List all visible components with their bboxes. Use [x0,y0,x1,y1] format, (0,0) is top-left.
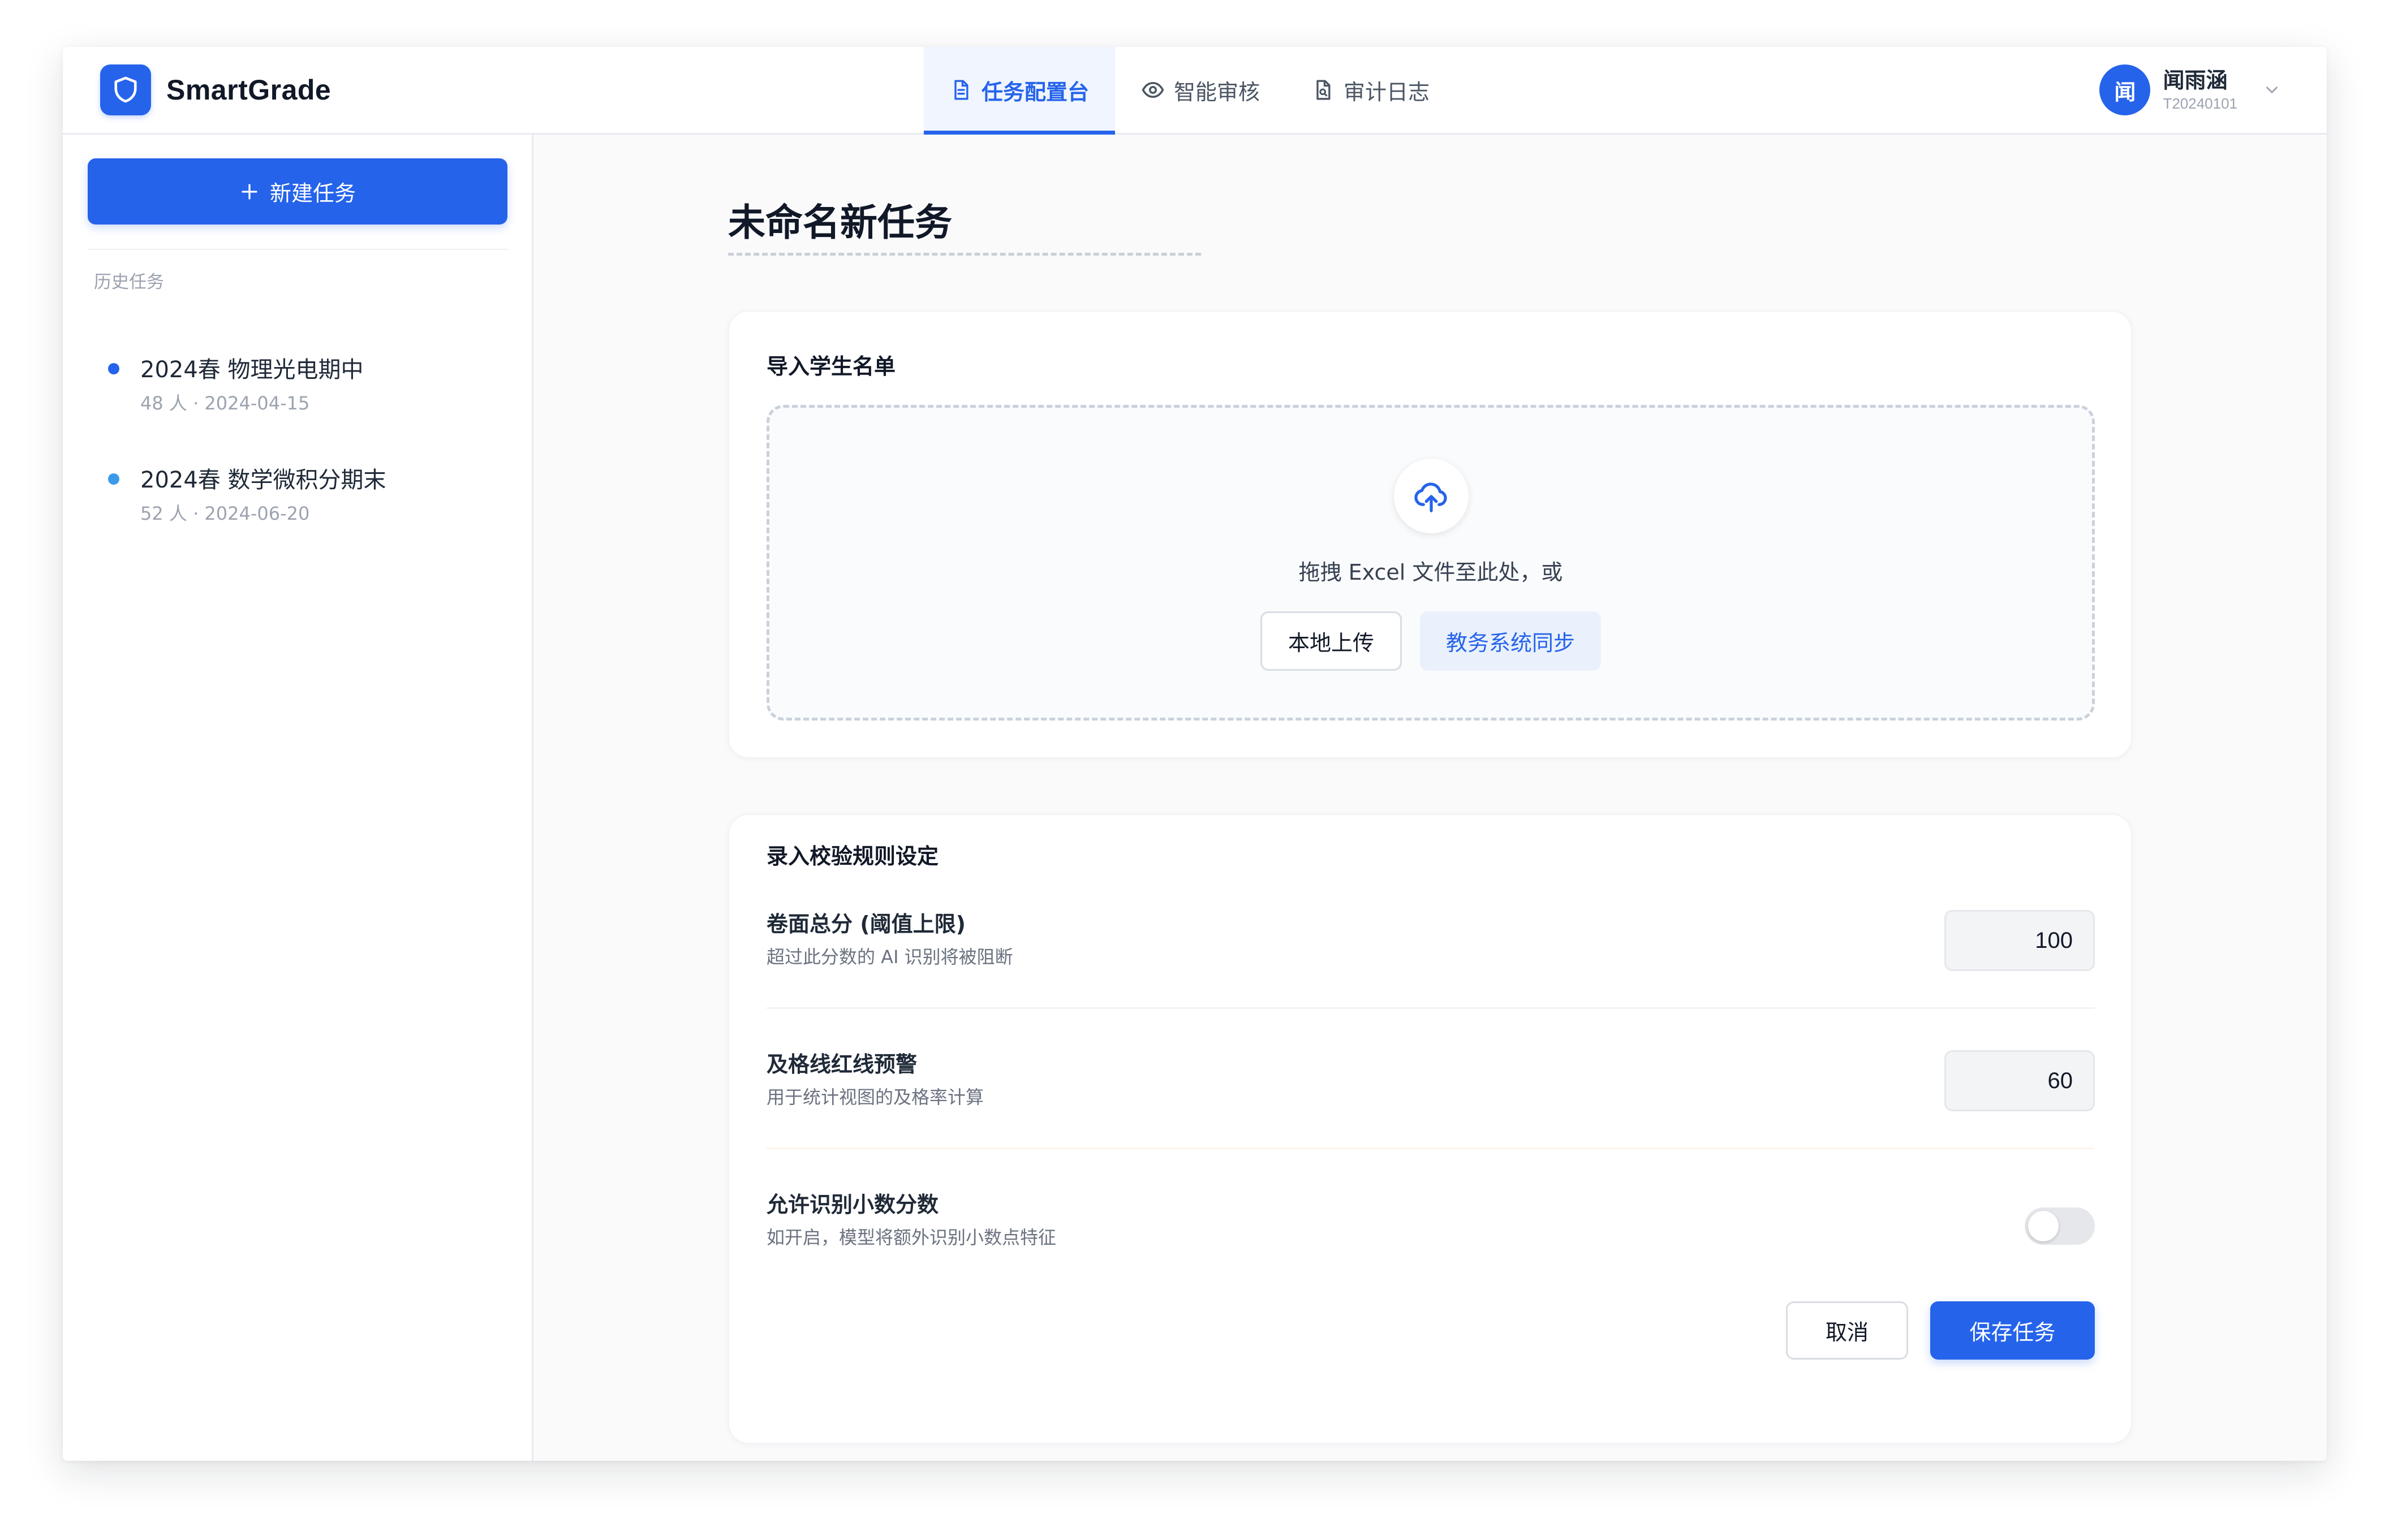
cancel-button[interactable]: 取消 [1786,1301,1908,1360]
card-title: 导入学生名单 [767,354,896,379]
tab-label: 审计日志 [1344,79,1430,105]
validation-rules-card: 录入校验规则设定 卷面总分 (阈值上限) 超过此分数的 AI 识别将被阻断 及格… [728,814,2132,1444]
app-window: SmartGrade 任务配置台 智能审核 审计日志 闻 闻雨涵 T202401… [63,47,2327,1461]
user-id: T20240101 [2163,95,2237,112]
dropzone-text: 拖拽 Excel 文件至此处，或 [1298,560,1563,585]
shield-icon [100,64,151,115]
status-dot [108,473,119,485]
tab-audit-log[interactable]: 审计日志 [1286,47,1456,133]
document-icon [954,80,968,100]
tab-smart-review[interactable]: 智能审核 [1115,47,1286,133]
save-task-button[interactable]: 保存任务 [1930,1301,2095,1360]
rule-label: 允许识别小数分数 [767,1192,939,1217]
sidebar-divider [88,249,507,250]
history-item-physics[interactable]: 2024春 物理光电期中 48 人 · 2024-04-15 [88,335,507,420]
history-item-meta: 48 人 · 2024-04-15 [140,392,310,414]
rule-row-decimal: 允许识别小数分数 如开启，模型将额外识别小数点特征 [767,1190,2095,1252]
decimal-score-toggle[interactable] [2025,1207,2095,1245]
row-divider [767,1007,2095,1009]
main-tabs: 任务配置台 智能审核 审计日志 [924,47,1456,135]
file-search-icon [1316,80,1331,100]
system-sync-button[interactable]: 教务系统同步 [1420,611,1601,671]
new-task-button[interactable]: 新建任务 [88,158,507,225]
cloud-upload-icon [1394,459,1469,533]
import-roster-card: 导入学生名单 拖拽 Excel 文件至此处，或 本地上传 教务系统同步 [728,310,2132,758]
rule-label: 及格线红线预警 [767,1052,918,1077]
card-title: 录入校验规则设定 [767,844,939,869]
status-dot [108,363,119,374]
user-menu[interactable]: 闻 闻雨涵 T20240101 [2099,64,2282,116]
tab-label: 任务配置台 [982,79,1090,105]
chevron-down-icon[interactable] [2262,80,2282,100]
top-header: SmartGrade 任务配置台 智能审核 审计日志 闻 闻雨涵 T202401… [63,47,2327,135]
avatar: 闻 [2099,64,2151,115]
file-dropzone[interactable]: 拖拽 Excel 文件至此处，或 本地上传 教务系统同步 [767,405,2095,721]
rule-row-total-score: 卷面总分 (阈值上限) 超过此分数的 AI 识别将被阻断 [767,910,2095,971]
title-underline [728,253,1201,256]
history-item-math[interactable]: 2024春 数学微积分期末 52 人 · 2024-06-20 [88,446,507,530]
user-name: 闻雨涵 [2163,68,2228,93]
app-name: SmartGrade [166,74,332,106]
total-score-input[interactable] [1944,910,2095,971]
plus-icon [242,183,257,200]
brand[interactable]: SmartGrade [100,64,331,116]
rule-desc: 用于统计视图的及格率计算 [767,1086,984,1108]
history-item-title: 2024春 物理光电期中 [140,357,364,383]
local-upload-button[interactable]: 本地上传 [1260,611,1402,671]
sidebar: 新建任务 历史任务 2024春 物理光电期中 48 人 · 2024-04-15… [63,135,533,1461]
tab-task-config[interactable]: 任务配置台 [924,47,1116,135]
task-title-input[interactable]: 未命名新任务 [728,197,952,248]
rule-desc: 如开启，模型将额外识别小数点特征 [767,1227,1057,1248]
history-section-label: 历史任务 [94,272,164,292]
history-item-title: 2024春 数学微积分期末 [140,467,386,493]
toggle-knob [2028,1211,2059,1241]
eye-icon [1142,81,1164,98]
row-divider [767,1148,2095,1149]
history-item-meta: 52 人 · 2024-06-20 [140,503,310,524]
rule-desc: 超过此分数的 AI 识别将被阻断 [767,946,1013,968]
rule-label: 卷面总分 (阈值上限) [767,912,966,937]
rule-row-pass-line: 及格线红线预警 用于统计视图的及格率计算 [767,1050,2095,1111]
tab-label: 智能审核 [1174,79,1260,105]
pass-line-input[interactable] [1944,1050,2095,1111]
new-task-label: 新建任务 [269,181,356,206]
